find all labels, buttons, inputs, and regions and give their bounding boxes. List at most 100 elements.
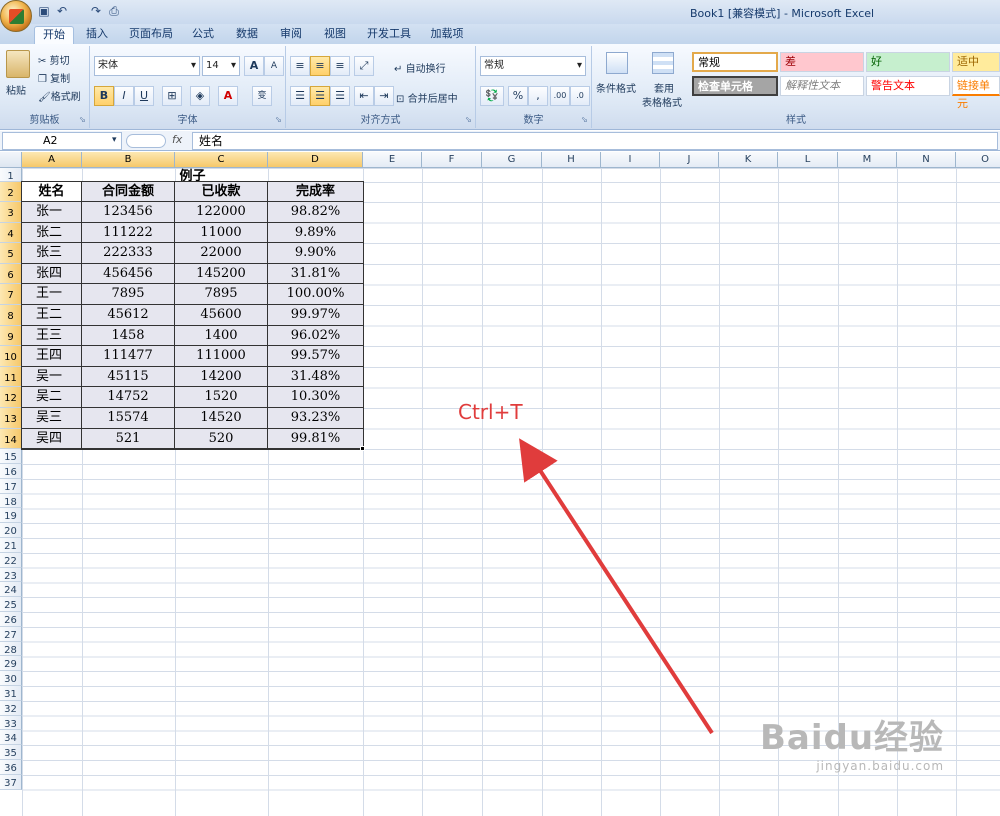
table-cell[interactable]: 93.23% [268,408,363,429]
tab-view[interactable]: 视图 [318,26,352,44]
table-cell[interactable]: 45612 [82,305,175,326]
column-header-c[interactable]: C [175,152,268,168]
row-header-21[interactable]: 21 [0,538,22,553]
row-header-26[interactable]: 26 [0,612,22,627]
row-header-3[interactable]: 3 [0,202,22,223]
select-all-button[interactable] [0,152,22,168]
row-header-29[interactable]: 29 [0,656,22,672]
increase-indent-icon[interactable]: ⇥ [374,86,394,106]
conditional-format-button[interactable]: 条件格式 [596,80,636,95]
redo-icon[interactable]: ↷ [88,3,104,19]
table-cell[interactable]: 456456 [82,263,175,285]
table-cell[interactable]: 31.48% [268,366,363,388]
row-header-36[interactable]: 36 [0,760,22,775]
table-cell[interactable]: 王二 [22,305,82,326]
tab-home[interactable]: 开始 [34,26,74,44]
dialog-launcher-icon[interactable]: ⬂ [465,115,472,124]
table-cell[interactable]: 张二 [22,222,82,244]
column-header-e[interactable]: E [363,152,422,168]
tab-review[interactable]: 审阅 [274,26,308,44]
table-cell[interactable]: 王四 [22,346,82,367]
increase-decimal-button[interactable]: .00 [550,86,570,106]
merge-center-button[interactable]: ⊡ 合并后居中 [396,90,458,105]
table-cell[interactable]: 31.81% [268,263,363,285]
table-cell[interactable]: 吴三 [22,408,82,429]
tab-insert[interactable]: 插入 [80,26,114,44]
style-warning[interactable]: 警告文本 [866,76,950,96]
formula-input[interactable]: 姓名 [192,132,998,150]
column-header-i[interactable]: I [601,152,660,168]
format-painter-button[interactable]: 🖌格式刷 [38,88,81,103]
table-format-button-2[interactable]: 表格格式 [642,94,682,109]
column-header-d[interactable]: D [268,152,363,168]
table-cell[interactable]: 吴一 [22,366,82,388]
conditional-format-icon[interactable] [606,52,628,74]
column-header-k[interactable]: K [719,152,778,168]
align-bottom-icon[interactable]: ≡ [330,56,350,76]
row-header-30[interactable]: 30 [0,671,22,686]
column-header-h[interactable]: H [542,152,601,168]
decrease-decimal-button[interactable]: .0 [570,86,590,106]
table-cell[interactable]: 11000 [175,222,268,244]
table-cell[interactable]: 22000 [175,243,268,264]
table-cell[interactable]: 99.57% [268,346,363,367]
row-header-13[interactable]: 13 [0,408,22,429]
table-cell[interactable]: 99.97% [268,305,363,326]
tab-page-layout[interactable]: 页面布局 [124,26,178,44]
table-cell[interactable]: 9.89% [268,222,363,244]
table-cell[interactable]: 122000 [175,202,268,223]
table-cell[interactable]: 111477 [82,346,175,367]
orientation-icon[interactable]: ⤢ [354,56,374,76]
fill-color-icon[interactable]: ◈ [190,86,210,106]
italic-button[interactable]: I [114,86,134,106]
row-header-5[interactable]: 5 [0,243,22,264]
undo-icon[interactable]: ↶ [54,3,70,19]
paste-icon[interactable] [6,50,30,78]
table-cell[interactable]: 王三 [22,325,82,347]
row-header-24[interactable]: 24 [0,582,22,598]
column-header-a[interactable]: A [22,152,82,168]
style-neutral[interactable]: 适中 [952,52,1000,72]
print-preview-icon[interactable]: ⎙ [106,3,122,19]
row-header-1[interactable]: 1 [0,168,22,182]
style-linked-cell[interactable]: 链接单元 [952,76,1000,110]
table-cell[interactable]: 14200 [175,366,268,388]
row-header-27[interactable]: 27 [0,626,22,642]
paste-button[interactable]: 粘贴 [6,82,26,97]
table-cell[interactable]: 王一 [22,284,82,305]
table-cell[interactable]: 7895 [82,284,175,305]
table-cell[interactable]: 14520 [175,408,268,429]
row-header-20[interactable]: 20 [0,523,22,538]
row-header-7[interactable]: 7 [0,284,22,305]
align-center-icon[interactable]: ☰ [310,86,330,106]
row-header-17[interactable]: 17 [0,478,22,494]
border-icon[interactable]: ⊞ [162,86,182,106]
row-header-12[interactable]: 12 [0,387,22,408]
table-cell[interactable]: 7895 [175,284,268,305]
column-header-n[interactable]: N [897,152,956,168]
style-normal[interactable]: 常规 [692,52,778,72]
row-header-19[interactable]: 19 [0,508,22,524]
table-cell[interactable]: 吴四 [22,428,82,450]
row-header-4[interactable]: 4 [0,222,22,244]
office-button[interactable] [0,0,32,32]
formula-bar-splitter[interactable] [126,134,166,148]
row-header-2[interactable]: 2 [0,182,22,202]
table-header-cell[interactable]: 姓名 [22,182,82,202]
dialog-launcher-icon[interactable]: ⬂ [581,115,588,124]
row-header-18[interactable]: 18 [0,493,22,509]
column-header-o[interactable]: O [956,152,1000,168]
table-cell[interactable]: 9.90% [268,243,363,264]
row-header-23[interactable]: 23 [0,567,22,583]
style-explanatory[interactable]: 解释性文本 [780,76,864,96]
table-cell[interactable]: 99.81% [268,428,363,450]
tab-developer[interactable]: 开发工具 [362,26,416,44]
row-header-11[interactable]: 11 [0,366,22,388]
table-cell[interactable]: 520 [175,428,268,450]
table-header-cell[interactable]: 已收款 [175,182,268,202]
table-cell[interactable]: 222333 [82,243,175,264]
table-format-icon[interactable] [652,52,674,74]
row-header-16[interactable]: 16 [0,464,22,479]
font-name-select[interactable]: 宋体 ▾ [94,56,200,76]
table-header-cell[interactable]: 合同金额 [82,182,175,202]
